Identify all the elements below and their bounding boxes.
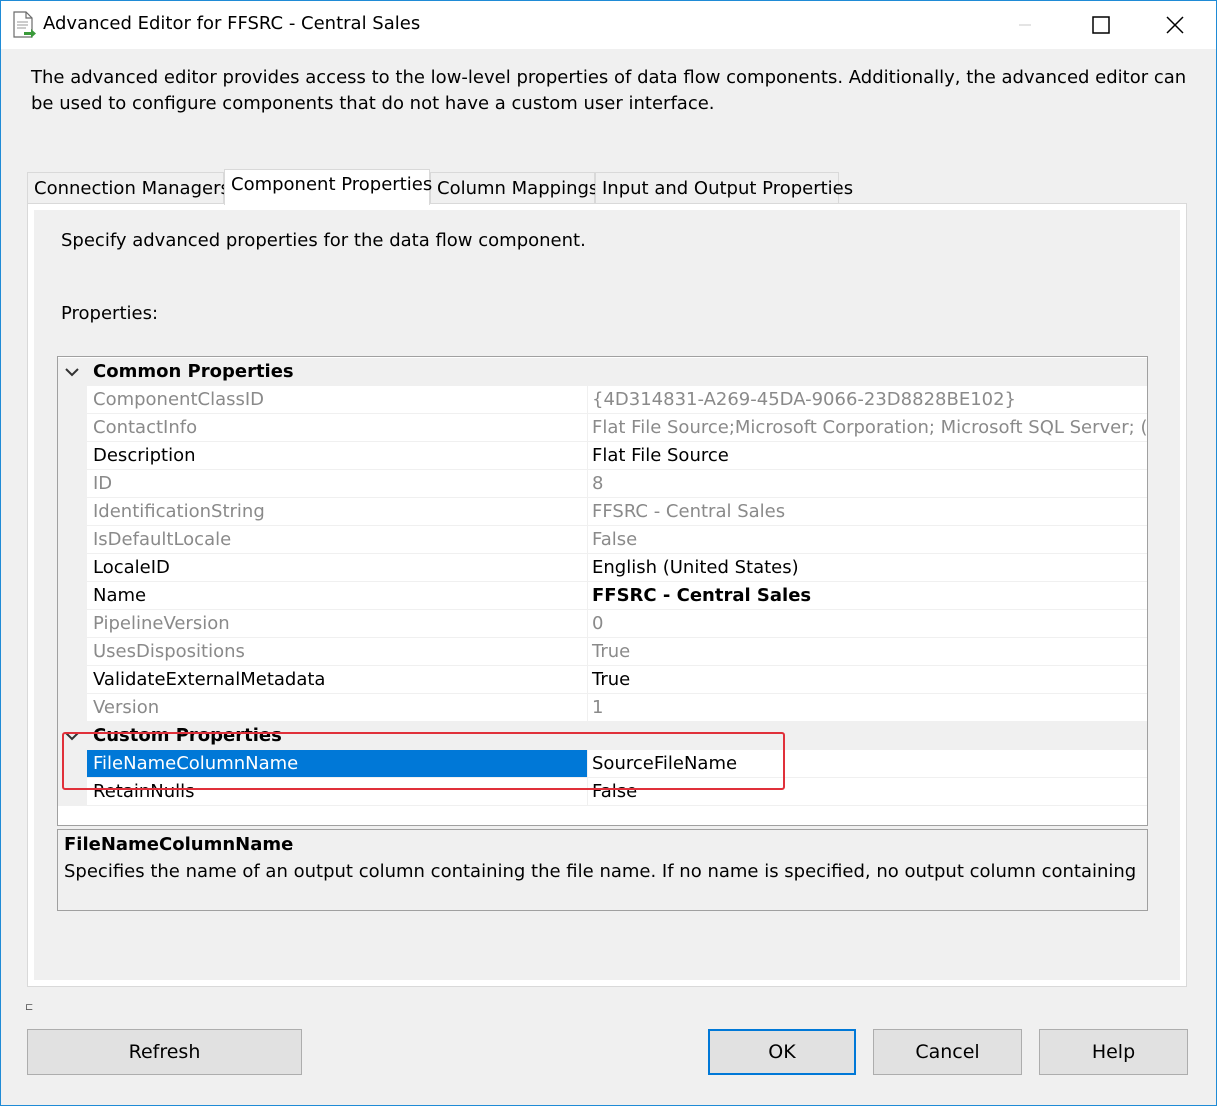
tab-input-output-properties[interactable]: Input and Output Properties: [595, 172, 853, 205]
category-common-properties[interactable]: Common Properties: [58, 358, 1147, 386]
property-name[interactable]: ComponentClassID: [87, 386, 588, 414]
window-title: Advanced Editor for FFSRC - Central Sale…: [43, 13, 421, 34]
document-arrow-icon: [12, 11, 36, 39]
property-value: Flat File Source;Microsoft Corporation; …: [588, 414, 1147, 442]
property-value: FFSRC - Central Sales: [588, 498, 1147, 526]
row-gutter: [58, 638, 87, 666]
row-gutter: [58, 414, 87, 442]
property-name[interactable]: IdentificationString: [87, 498, 588, 526]
property-name[interactable]: Description: [87, 442, 588, 470]
property-value[interactable]: Flat File Source: [588, 442, 1147, 470]
property-row[interactable]: LocaleID English (United States): [58, 554, 1147, 582]
title-bar: Advanced Editor for FFSRC - Central Sale…: [1, 1, 1216, 49]
property-value: {4D314831-A269-45DA-9066-23D8828BE102}: [588, 386, 1147, 414]
advanced-editor-window: Advanced Editor for FFSRC - Central Sale…: [0, 0, 1217, 1106]
property-name[interactable]: IsDefaultLocale: [87, 526, 588, 554]
annotation-highlight-box: [62, 732, 785, 790]
property-row[interactable]: Version 1: [58, 694, 1147, 722]
property-name[interactable]: ContactInfo: [87, 414, 588, 442]
property-row[interactable]: UsesDispositions True: [58, 638, 1147, 666]
minimize-button[interactable]: [989, 1, 1061, 49]
property-name[interactable]: Version: [87, 694, 588, 722]
property-row[interactable]: PipelineVersion 0: [58, 610, 1147, 638]
tab-column-mappings[interactable]: Column Mappings: [430, 172, 598, 205]
maximize-icon: [1092, 16, 1110, 34]
help-text: Specifies the name of an output column c…: [64, 861, 1140, 882]
property-row[interactable]: ID 8: [58, 470, 1147, 498]
help-button[interactable]: Help: [1039, 1029, 1188, 1075]
tab-component-properties[interactable]: Component Properties: [224, 169, 432, 205]
property-value[interactable]: True: [588, 666, 1147, 694]
row-gutter: [58, 442, 87, 470]
tab-connection-managers[interactable]: Connection Managers: [27, 172, 230, 205]
property-name[interactable]: ValidateExternalMetadata: [87, 666, 588, 694]
row-gutter: [58, 526, 87, 554]
properties-label: Properties:: [61, 303, 159, 324]
intro-text: The advanced editor provides access to t…: [31, 67, 1187, 114]
row-gutter: [58, 554, 87, 582]
property-row[interactable]: IsDefaultLocale False: [58, 526, 1147, 554]
property-name[interactable]: PipelineVersion: [87, 610, 588, 638]
property-row[interactable]: ValidateExternalMetadata True: [58, 666, 1147, 694]
row-gutter: [58, 666, 87, 694]
close-icon: [1166, 16, 1184, 34]
property-row[interactable]: Description Flat File Source: [58, 442, 1147, 470]
row-gutter: [58, 498, 87, 526]
property-value: 0: [588, 610, 1147, 638]
property-row[interactable]: IdentificationString FFSRC - Central Sale…: [58, 498, 1147, 526]
property-value: 8: [588, 470, 1147, 498]
ok-button[interactable]: OK: [708, 1029, 856, 1075]
row-gutter: [58, 582, 87, 610]
chevron-down-icon[interactable]: [64, 364, 80, 380]
description-pane: FileNameColumnName Specifies the name of…: [57, 829, 1148, 911]
category-label: Common Properties: [93, 361, 294, 382]
property-row[interactable]: Name FFSRC - Central Sales: [58, 582, 1147, 610]
property-value[interactable]: English (United States): [588, 554, 1147, 582]
property-value: 1: [588, 694, 1147, 722]
panel-description: Specify advanced properties for the data…: [61, 230, 586, 251]
property-name[interactable]: LocaleID: [87, 554, 588, 582]
refresh-button[interactable]: Refresh: [27, 1029, 302, 1075]
row-gutter: [58, 610, 87, 638]
property-row[interactable]: ComponentClassID {4D314831-A269-45DA-9066…: [58, 386, 1147, 414]
cancel-button[interactable]: Cancel: [873, 1029, 1022, 1075]
help-title: FileNameColumnName: [64, 834, 294, 855]
property-value: True: [588, 638, 1147, 666]
minimize-icon: [1018, 18, 1032, 32]
property-value[interactable]: FFSRC - Central Sales: [588, 582, 1147, 610]
property-value: False: [588, 526, 1147, 554]
property-row[interactable]: ContactInfo Flat File Source;Microsoft Co…: [58, 414, 1147, 442]
row-gutter: [58, 694, 87, 722]
close-button[interactable]: [1139, 1, 1211, 49]
row-gutter: [58, 386, 87, 414]
property-name[interactable]: Name: [87, 582, 588, 610]
property-name[interactable]: UsesDispositions: [87, 638, 588, 666]
property-name[interactable]: ID: [87, 470, 588, 498]
maximize-button[interactable]: [1065, 1, 1137, 49]
row-gutter: [58, 470, 87, 498]
resize-grip-icon: ⊏: [25, 1002, 34, 1013]
